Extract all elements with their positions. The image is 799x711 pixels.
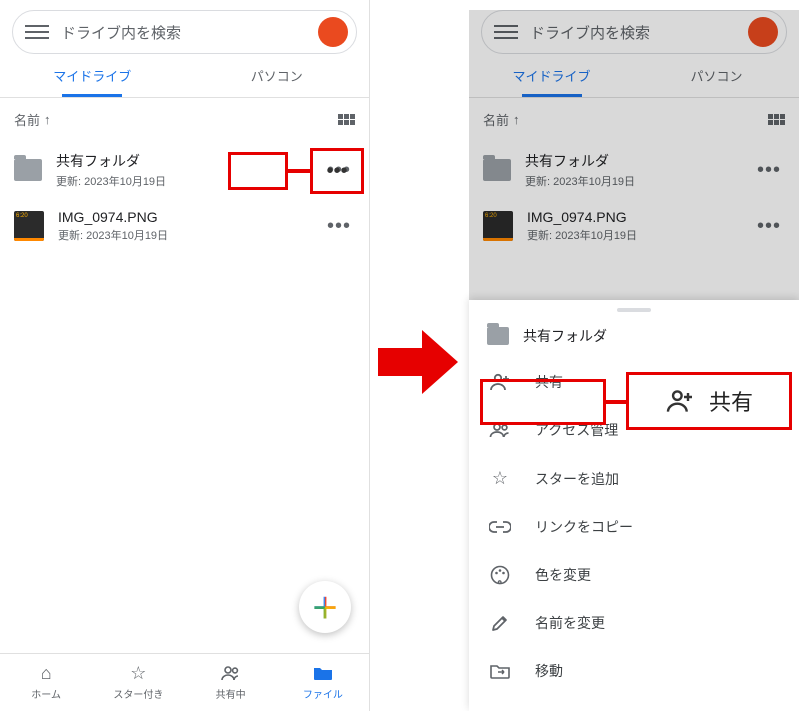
folder-icon xyxy=(14,159,42,181)
tab-my-drive[interactable]: マイドライブ xyxy=(469,54,634,97)
tabs: マイドライブ パソコン xyxy=(469,54,799,98)
nav-files[interactable]: ファイル xyxy=(277,654,369,711)
callout-zoom-more: ••• xyxy=(310,148,364,194)
file-row-folder[interactable]: 共有フォルダ更新: 2023年10月19日 ••• xyxy=(469,141,799,199)
folder-icon xyxy=(483,159,511,181)
sheet-handle[interactable] xyxy=(617,308,651,312)
sort-row[interactable]: 名前 ↑ xyxy=(0,98,369,141)
grid-view-icon[interactable] xyxy=(768,114,785,125)
plus-icon: ＋ xyxy=(311,587,339,627)
file-row-image[interactable]: 6:20 IMG_0974.PNG 更新: 2023年10月19日 ••• xyxy=(0,199,369,253)
folder-icon xyxy=(487,327,509,345)
bottom-nav: ⌂ホーム ☆スター付き 共有中 ファイル xyxy=(0,653,369,711)
sort-label: 名前 xyxy=(14,110,40,129)
sheet-item-color[interactable]: 色を変更 xyxy=(469,551,799,599)
fab-add[interactable]: ＋ xyxy=(299,581,351,633)
star-icon: ☆ xyxy=(92,662,184,684)
sort-label: 名前 xyxy=(483,110,509,129)
avatar[interactable] xyxy=(748,17,778,47)
home-icon: ⌂ xyxy=(0,662,92,684)
avatar[interactable] xyxy=(318,17,348,47)
hamburger-icon[interactable] xyxy=(25,20,49,44)
search-placeholder: ドライブ内を検索 xyxy=(61,22,318,43)
tab-my-drive[interactable]: マイドライブ xyxy=(0,54,185,97)
nav-starred[interactable]: ☆スター付き xyxy=(92,654,184,711)
hamburger-icon[interactable] xyxy=(494,20,518,44)
more-icon[interactable]: ••• xyxy=(753,213,785,240)
more-icon[interactable]: ••• xyxy=(753,157,785,184)
file-info: IMG_0974.PNG 更新: 2023年10月19日 xyxy=(58,209,309,243)
panel-right: ドライブ内を検索 マイドライブ パソコン 名前 ↑ 共有フォルダ更新: 2023… xyxy=(469,0,799,711)
pencil-icon xyxy=(489,614,511,632)
callout-zoom-share: 共有 xyxy=(626,372,792,430)
image-thumb-icon: 6:20 xyxy=(483,211,513,241)
sheet-item-copylink[interactable]: リンクをコピー xyxy=(469,503,799,551)
callout-connector xyxy=(606,400,626,404)
sort-arrow-up-icon: ↑ xyxy=(44,112,51,127)
callout-zoom-label: 共有 xyxy=(709,385,753,417)
step-arrow-icon xyxy=(378,330,458,394)
sort-arrow-up-icon: ↑ xyxy=(513,112,520,127)
more-icon[interactable]: ••• xyxy=(323,213,355,240)
callout-connector xyxy=(288,169,310,173)
person-add-icon xyxy=(665,389,695,413)
people-icon xyxy=(185,662,277,684)
move-folder-icon xyxy=(489,663,511,679)
sheet-title: 共有フォルダ xyxy=(523,326,607,346)
image-thumb-icon: 6:20 xyxy=(14,211,44,241)
nav-shared[interactable]: 共有中 xyxy=(185,654,277,711)
sheet-item-star[interactable]: ☆ スターを追加 xyxy=(469,454,799,503)
tab-computers[interactable]: パソコン xyxy=(634,54,799,97)
grid-view-icon[interactable] xyxy=(338,114,355,125)
search-bar[interactable]: ドライブ内を検索 xyxy=(12,10,357,54)
tab-computers[interactable]: パソコン xyxy=(185,54,370,97)
search-bar[interactable]: ドライブ内を検索 xyxy=(481,10,787,54)
sheet-item-rename[interactable]: 名前を変更 xyxy=(469,599,799,647)
search-placeholder: ドライブ内を検索 xyxy=(530,22,748,43)
nav-home[interactable]: ⌂ホーム xyxy=(0,654,92,711)
sort-row[interactable]: 名前 ↑ xyxy=(469,98,799,141)
star-icon: ☆ xyxy=(489,468,511,489)
file-sub: 更新: 2023年10月19日 xyxy=(58,227,309,243)
callout-box-share xyxy=(480,379,606,425)
tabs: マイドライブ パソコン xyxy=(0,54,369,98)
file-row-image[interactable]: 6:20 IMG_0974.PNG更新: 2023年10月19日 ••• xyxy=(469,199,799,253)
panel-left: ドライブ内を検索 マイドライブ パソコン 名前 ↑ 共有フォルダ 更新: 202… xyxy=(0,0,370,711)
palette-icon xyxy=(489,565,511,585)
link-icon xyxy=(489,521,511,533)
folder-icon xyxy=(277,662,369,684)
file-name: IMG_0974.PNG xyxy=(58,209,309,225)
sheet-header: 共有フォルダ xyxy=(469,318,799,358)
sheet-item-move[interactable]: 移動 xyxy=(469,647,799,695)
bottom-sheet: 共有フォルダ 共有 アクセス管理 ☆ スターを追加 リンクをコピー 色を変更 名… xyxy=(469,300,799,711)
callout-box-more xyxy=(228,152,288,190)
